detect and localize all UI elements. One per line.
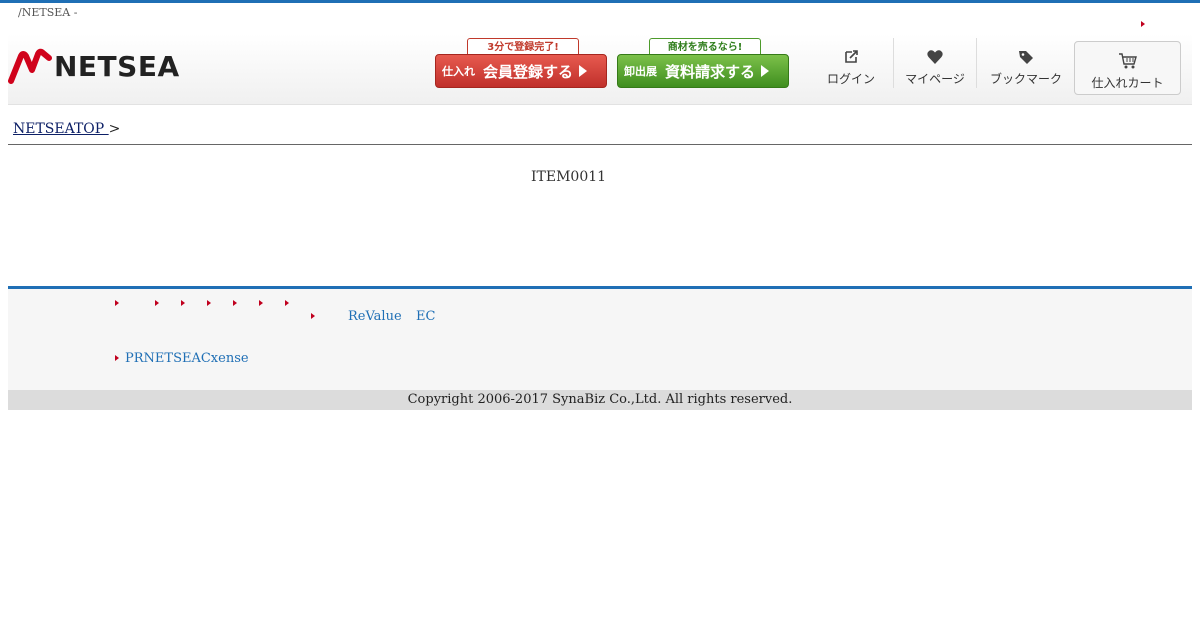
nav-mypage[interactable]: マイページ bbox=[901, 38, 969, 88]
register-small-label: 仕入れ bbox=[442, 65, 475, 78]
arrow-icon[interactable] bbox=[1141, 21, 1145, 27]
request-materials-button[interactable]: 商材を売るなら! 卸出展 資料請求する bbox=[617, 38, 791, 90]
copyright: Copyright 2006-2017 SynaBiz Co.,Ltd. All… bbox=[8, 390, 1192, 410]
breadcrumb-divider bbox=[8, 144, 1192, 145]
arrow-icon[interactable] bbox=[285, 300, 289, 306]
breadcrumb: NETSEATOP > bbox=[13, 121, 120, 137]
arrow-icon[interactable] bbox=[155, 300, 159, 306]
nav-cart-label: 仕入れカート bbox=[1091, 76, 1164, 90]
register-big-label: 会員登録する bbox=[483, 62, 574, 81]
member-register-button[interactable]: 3分で登録完了! 仕入れ 会員登録する bbox=[435, 38, 609, 90]
play-arrow-icon bbox=[579, 65, 588, 77]
nav-bookmark[interactable]: ブックマーク bbox=[986, 38, 1066, 88]
nav-login[interactable]: ログイン bbox=[820, 38, 882, 88]
arrow-icon[interactable] bbox=[259, 300, 263, 306]
logo-mark-icon bbox=[8, 48, 52, 84]
netsea-logo[interactable]: NETSEA bbox=[8, 48, 180, 84]
wholesale-big-label: 資料請求する bbox=[665, 62, 756, 81]
footer-link-revalue[interactable]: ReValue bbox=[348, 309, 402, 324]
wholesale-small-label: 卸出展 bbox=[624, 65, 657, 78]
breadcrumb-home-link[interactable]: NETSEATOP bbox=[13, 121, 109, 137]
site-footer: ReValue EC PRNETSEACxense bbox=[8, 286, 1192, 393]
breadcrumb-separator: > bbox=[108, 121, 121, 137]
top-accent-line bbox=[0, 0, 1200, 3]
item-code: ITEM0011 bbox=[531, 169, 607, 185]
play-arrow-icon bbox=[761, 65, 770, 77]
arrow-icon[interactable] bbox=[311, 313, 315, 319]
arrow-icon[interactable] bbox=[115, 355, 119, 361]
footer-link-ec[interactable]: EC bbox=[416, 309, 435, 324]
nav-login-label: ログイン bbox=[826, 72, 875, 86]
arrow-icon[interactable] bbox=[181, 300, 185, 306]
site-header: NETSEA 3分で登録完了! 仕入れ 会員登録する 商材を売るなら! 卸出展 … bbox=[8, 34, 1192, 105]
site-tagline: /NETSEA - bbox=[18, 6, 78, 19]
arrow-icon[interactable] bbox=[115, 300, 119, 306]
tag-icon bbox=[986, 48, 1066, 70]
nav-divider bbox=[893, 38, 894, 88]
cart-icon bbox=[1075, 52, 1180, 74]
footer-link-pr[interactable]: PRNETSEACxense bbox=[125, 351, 249, 366]
heart-icon bbox=[901, 48, 969, 70]
logo-text: NETSEA bbox=[54, 49, 180, 83]
nav-bookmark-label: ブックマーク bbox=[989, 72, 1062, 86]
nav-cart[interactable]: 仕入れカート bbox=[1074, 41, 1181, 95]
login-icon bbox=[820, 48, 882, 70]
arrow-icon[interactable] bbox=[233, 300, 237, 306]
nav-divider bbox=[976, 38, 977, 88]
arrow-icon[interactable] bbox=[207, 300, 211, 306]
nav-mypage-label: マイページ bbox=[905, 72, 965, 86]
